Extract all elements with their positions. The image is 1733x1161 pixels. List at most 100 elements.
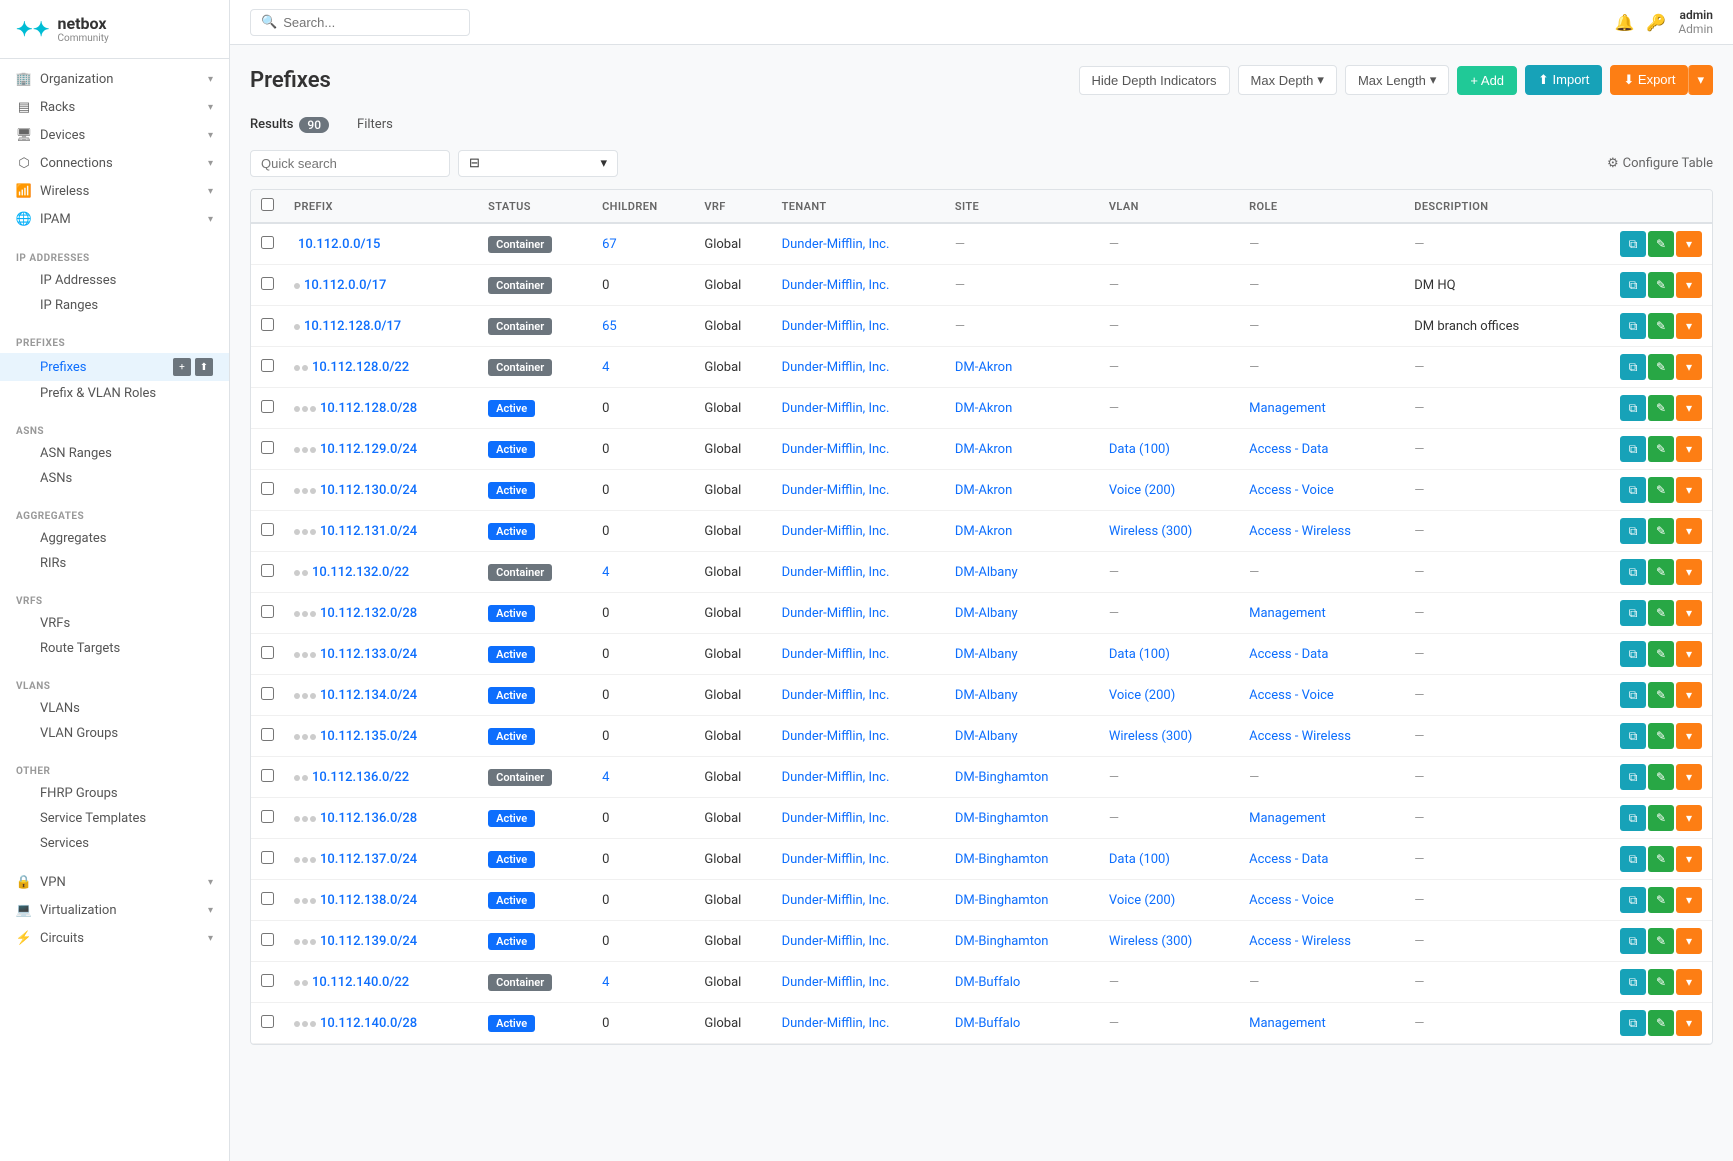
tenant-link[interactable]: Dunder-Mifflin, Inc. bbox=[782, 237, 890, 252]
site-link[interactable]: DM-Albany bbox=[955, 565, 1018, 580]
tenant-link[interactable]: Dunder-Mifflin, Inc. bbox=[782, 1016, 890, 1031]
sidebar-item-prefix-vlan-roles[interactable]: Prefix & VLAN Roles bbox=[0, 381, 229, 406]
site-link[interactable]: DM-Albany bbox=[955, 647, 1018, 662]
role-link[interactable]: Access - Voice bbox=[1249, 893, 1334, 908]
copy-button[interactable]: ⧉ bbox=[1620, 600, 1646, 626]
delete-button[interactable]: ▾ bbox=[1676, 805, 1702, 831]
row-checkbox[interactable] bbox=[261, 277, 274, 290]
delete-button[interactable]: ▾ bbox=[1676, 313, 1702, 339]
vlan-link[interactable]: Data (100) bbox=[1109, 647, 1170, 662]
site-link[interactable]: DM-Binghamton bbox=[955, 770, 1049, 785]
sidebar-item-vlan-groups[interactable]: VLAN Groups bbox=[0, 721, 229, 746]
prefix-link[interactable]: 10.112.139.0/24 bbox=[320, 934, 417, 949]
row-checkbox[interactable] bbox=[261, 646, 274, 659]
edit-button[interactable]: ✎ bbox=[1648, 928, 1674, 954]
sidebar-item-ip-addresses[interactable]: IP Addresses bbox=[0, 268, 229, 293]
tenant-link[interactable]: Dunder-Mifflin, Inc. bbox=[782, 975, 890, 990]
site-link[interactable]: DM-Akron bbox=[955, 524, 1012, 539]
copy-button[interactable]: ⧉ bbox=[1620, 436, 1646, 462]
row-checkbox[interactable] bbox=[261, 974, 274, 987]
delete-button[interactable]: ▾ bbox=[1676, 1010, 1702, 1036]
delete-button[interactable]: ▾ bbox=[1676, 887, 1702, 913]
vlan-link[interactable]: Wireless (300) bbox=[1109, 524, 1192, 539]
edit-button[interactable]: ✎ bbox=[1648, 1010, 1674, 1036]
row-checkbox[interactable] bbox=[261, 359, 274, 372]
tenant-link[interactable]: Dunder-Mifflin, Inc. bbox=[782, 360, 890, 375]
hide-depth-button[interactable]: Hide Depth Indicators bbox=[1079, 66, 1230, 95]
sidebar-item-vlans[interactable]: VLANs bbox=[0, 696, 229, 721]
prefix-link[interactable]: 10.112.138.0/24 bbox=[320, 893, 417, 908]
delete-button[interactable]: ▾ bbox=[1676, 559, 1702, 585]
role-link[interactable]: Access - Wireless bbox=[1249, 934, 1351, 949]
prefix-link[interactable]: 10.112.0.0/17 bbox=[304, 278, 386, 293]
sidebar-item-rirs[interactable]: RIRs bbox=[0, 551, 229, 576]
copy-button[interactable]: ⧉ bbox=[1620, 641, 1646, 667]
filter-dropdown[interactable]: ⊟ ▾ bbox=[458, 150, 618, 177]
role-link[interactable]: Access - Data bbox=[1249, 647, 1328, 662]
copy-button[interactable]: ⧉ bbox=[1620, 846, 1646, 872]
max-depth-button[interactable]: Max Depth ▾ bbox=[1238, 65, 1337, 95]
tenant-link[interactable]: Dunder-Mifflin, Inc. bbox=[782, 688, 890, 703]
tenant-link[interactable]: Dunder-Mifflin, Inc. bbox=[782, 647, 890, 662]
copy-button[interactable]: ⧉ bbox=[1620, 477, 1646, 503]
children-link[interactable]: 67 bbox=[602, 237, 617, 252]
site-link[interactable]: DM-Akron bbox=[955, 483, 1012, 498]
children-link[interactable]: 4 bbox=[602, 770, 609, 785]
site-link[interactable]: DM-Buffalo bbox=[955, 975, 1020, 990]
prefix-link[interactable]: 10.112.131.0/24 bbox=[320, 524, 417, 539]
add-button[interactable]: + Add bbox=[1457, 66, 1517, 95]
edit-button[interactable]: ✎ bbox=[1648, 395, 1674, 421]
edit-button[interactable]: ✎ bbox=[1648, 723, 1674, 749]
tenant-link[interactable]: Dunder-Mifflin, Inc. bbox=[782, 401, 890, 416]
sidebar-item-devices[interactable]: 🖥 Devices ▾ bbox=[0, 121, 229, 149]
role-link[interactable]: Access - Voice bbox=[1249, 483, 1334, 498]
edit-button[interactable]: ✎ bbox=[1648, 887, 1674, 913]
prefix-link[interactable]: 10.112.132.0/28 bbox=[320, 606, 417, 621]
vlan-link[interactable]: Data (100) bbox=[1109, 852, 1170, 867]
delete-button[interactable]: ▾ bbox=[1676, 723, 1702, 749]
sidebar-item-ipam[interactable]: 🌐 IPAM ▾ bbox=[0, 205, 229, 233]
sidebar-item-asns[interactable]: ASNs bbox=[0, 466, 229, 491]
copy-button[interactable]: ⧉ bbox=[1620, 928, 1646, 954]
role-link[interactable]: Access - Wireless bbox=[1249, 524, 1351, 539]
sidebar-item-organization[interactable]: 🏢 Organization ▾ bbox=[0, 65, 229, 93]
edit-button[interactable]: ✎ bbox=[1648, 354, 1674, 380]
prefix-link[interactable]: 10.112.140.0/22 bbox=[312, 975, 409, 990]
edit-button[interactable]: ✎ bbox=[1648, 272, 1674, 298]
row-checkbox[interactable] bbox=[261, 933, 274, 946]
tenant-link[interactable]: Dunder-Mifflin, Inc. bbox=[782, 934, 890, 949]
children-link[interactable]: 65 bbox=[602, 319, 617, 334]
tenant-link[interactable]: Dunder-Mifflin, Inc. bbox=[782, 319, 890, 334]
sidebar-item-virtualization[interactable]: 💻 Virtualization ▾ bbox=[0, 896, 229, 924]
row-checkbox[interactable] bbox=[261, 728, 274, 741]
role-link[interactable]: Management bbox=[1249, 606, 1326, 621]
vlan-link[interactable]: Data (100) bbox=[1109, 442, 1170, 457]
row-checkbox[interactable] bbox=[261, 441, 274, 454]
edit-button[interactable]: ✎ bbox=[1648, 682, 1674, 708]
prefix-link[interactable]: 10.112.129.0/24 bbox=[320, 442, 417, 457]
vlan-link[interactable]: Wireless (300) bbox=[1109, 729, 1192, 744]
tenant-link[interactable]: Dunder-Mifflin, Inc. bbox=[782, 442, 890, 457]
tenant-link[interactable]: Dunder-Mifflin, Inc. bbox=[782, 893, 890, 908]
quick-search-input[interactable] bbox=[261, 156, 439, 171]
delete-button[interactable]: ▾ bbox=[1676, 764, 1702, 790]
edit-button[interactable]: ✎ bbox=[1648, 641, 1674, 667]
role-link[interactable]: Management bbox=[1249, 1016, 1326, 1031]
copy-button[interactable]: ⧉ bbox=[1620, 682, 1646, 708]
vlan-link[interactable]: Voice (200) bbox=[1109, 688, 1175, 703]
copy-button[interactable]: ⧉ bbox=[1620, 805, 1646, 831]
delete-button[interactable]: ▾ bbox=[1676, 477, 1702, 503]
role-link[interactable]: Access - Wireless bbox=[1249, 729, 1351, 744]
search-input[interactable] bbox=[283, 15, 459, 30]
edit-button[interactable]: ✎ bbox=[1648, 805, 1674, 831]
copy-button[interactable]: ⧉ bbox=[1620, 723, 1646, 749]
delete-button[interactable]: ▾ bbox=[1676, 354, 1702, 380]
prefix-link[interactable]: 10.112.132.0/22 bbox=[312, 565, 409, 580]
site-link[interactable]: DM-Binghamton bbox=[955, 852, 1049, 867]
site-link[interactable]: DM-Akron bbox=[955, 360, 1012, 375]
row-checkbox[interactable] bbox=[261, 892, 274, 905]
tenant-link[interactable]: Dunder-Mifflin, Inc. bbox=[782, 770, 890, 785]
sidebar-item-aggregates[interactable]: Aggregates bbox=[0, 526, 229, 551]
sidebar-item-route-targets[interactable]: Route Targets bbox=[0, 636, 229, 661]
prefix-link[interactable]: 10.112.128.0/22 bbox=[312, 360, 409, 375]
